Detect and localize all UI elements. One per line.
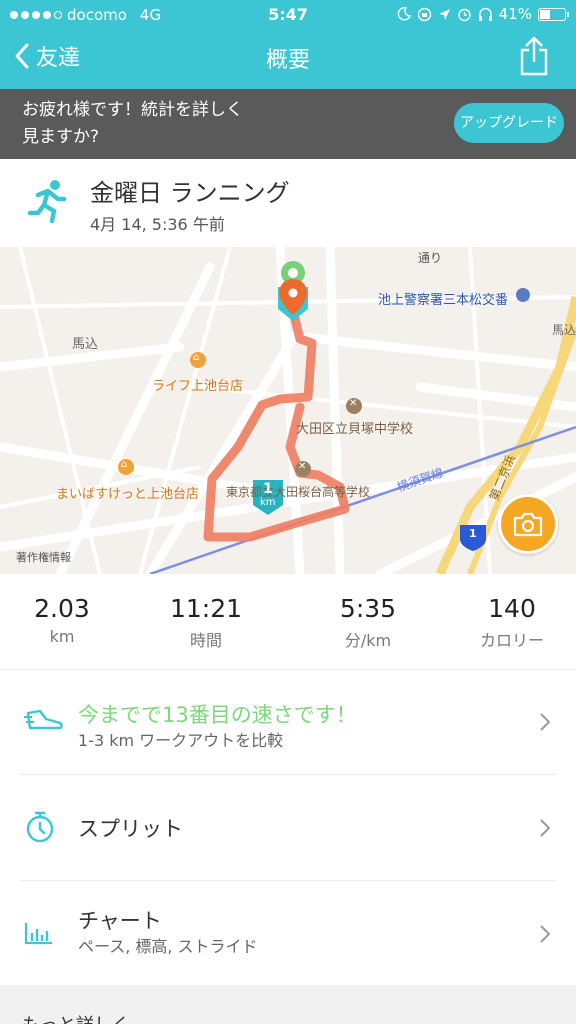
location-icon xyxy=(438,8,450,20)
camera-icon xyxy=(513,512,543,537)
page-title: 概要 xyxy=(265,48,310,73)
chart-row[interactable]: チャート ペース, 標高, ストライド xyxy=(0,881,576,985)
share-button[interactable] xyxy=(518,36,550,80)
share-icon xyxy=(520,36,548,76)
km-marker-unit: km xyxy=(260,497,276,508)
more-details-label: もっと詳しく xyxy=(22,1011,130,1024)
school-icon: ✕ xyxy=(349,398,358,409)
chevron-right-icon xyxy=(540,819,550,837)
stat-duration-unit: 時間 xyxy=(189,631,222,650)
banner-line-2: 見ますか? xyxy=(22,127,100,147)
compare-title: 今までで13番目の速さです！ xyxy=(78,703,357,727)
headphones-icon xyxy=(478,7,492,21)
bar-chart-icon xyxy=(24,923,52,945)
stat-distance: 2.03 km xyxy=(0,594,134,646)
stat-calories: 140 カロリー xyxy=(440,594,576,651)
map-label-umagome-left: 馬込 xyxy=(72,337,99,352)
school-icon: ✕ xyxy=(298,461,307,472)
chart-subtitle: ペース, 標高, ストライド xyxy=(78,937,258,956)
splits-title: スプリット xyxy=(78,817,183,841)
compare-row[interactable]: 今までで13番目の速さです！ 1-3 km ワークアウトを比較 xyxy=(0,671,576,774)
battery-percent: 41% xyxy=(498,5,532,23)
moon-icon xyxy=(397,7,411,21)
map-label-street: 通り xyxy=(418,251,443,265)
map-label-life: ライフ上池台店 xyxy=(152,379,244,394)
stat-duration: 11:21 時間 xyxy=(134,594,278,651)
activity-header: 金曜日 ランニング 4月 14, 5:36 午前 xyxy=(0,159,576,247)
route-badge-number: 1 xyxy=(469,527,477,540)
chart-title: チャート xyxy=(78,909,162,933)
activity-title: 金曜日 ランニング xyxy=(90,179,290,207)
chevron-right-icon xyxy=(540,713,550,731)
upgrade-button[interactable]: アップグレード xyxy=(454,103,564,143)
km-marker-number: 1 xyxy=(263,481,273,497)
splits-row[interactable]: スプリット xyxy=(0,775,576,880)
alarm-icon xyxy=(457,8,471,21)
stats-bar: 2.03 km 11:21 時間 5:35 分/km 140 カロリー xyxy=(0,574,576,670)
map-label-police: 池上警察署三本松交番 xyxy=(378,293,509,308)
battery-icon xyxy=(538,7,569,21)
chevron-right-icon xyxy=(540,925,550,943)
upgrade-banner: お疲れ様です！統計を詳しく 見ますか? アップグレード xyxy=(0,89,576,159)
stopwatch-icon xyxy=(26,811,54,843)
map-label-umagome-right: 馬込 xyxy=(552,323,576,337)
rotation-lock-icon xyxy=(417,7,431,21)
running-icon xyxy=(28,180,67,223)
shoe-icon xyxy=(24,709,63,730)
map-copyright[interactable]: 著作権情報 xyxy=(16,549,71,565)
route-map[interactable]: 池上警察署三本松交番 通り 馬込 馬込 ライフ上池台店 大田区立貝塚中学校 東京… xyxy=(0,247,576,574)
add-photo-button[interactable] xyxy=(498,494,558,554)
stat-calories-value: 140 xyxy=(488,594,536,623)
shop-icon: ⌂ xyxy=(121,459,128,470)
activity-date: 4月 14, 5:36 午前 xyxy=(90,215,225,234)
banner-message: お疲れ様です！統計を詳しく 見ますか? xyxy=(22,97,422,151)
compare-subtitle: 1-3 km ワークアウトを比較 xyxy=(78,731,284,750)
map-label-school1: 大田区立貝塚中学校 xyxy=(296,422,414,437)
top-bar: docomo 4G 5:47 41% 友達 概要 xyxy=(0,0,576,89)
shop-icon: ⌂ xyxy=(193,352,200,363)
stat-duration-value: 11:21 xyxy=(169,594,243,623)
stat-distance-value: 2.03 xyxy=(34,594,90,623)
stat-pace-value: 5:35 xyxy=(339,594,397,623)
stat-distance-unit: km xyxy=(49,627,75,646)
status-bar: docomo 4G 5:47 41% xyxy=(0,0,576,30)
status-right: 41% xyxy=(397,5,569,23)
stat-pace-unit: 分/km xyxy=(344,631,392,650)
map-label-maibasu: まいばすけっと上池台店 xyxy=(56,487,200,502)
stat-pace: 5:35 分/km xyxy=(296,594,440,651)
banner-line-1: お疲れ様です！統計を詳しく xyxy=(22,100,243,120)
stat-calories-unit: カロリー xyxy=(479,631,544,650)
map-label-school2: 東京都立大田桜台高等学校 xyxy=(226,485,371,499)
navigation-bar: 友達 概要 xyxy=(0,32,576,84)
more-details-section: もっと詳しく xyxy=(0,985,576,1024)
